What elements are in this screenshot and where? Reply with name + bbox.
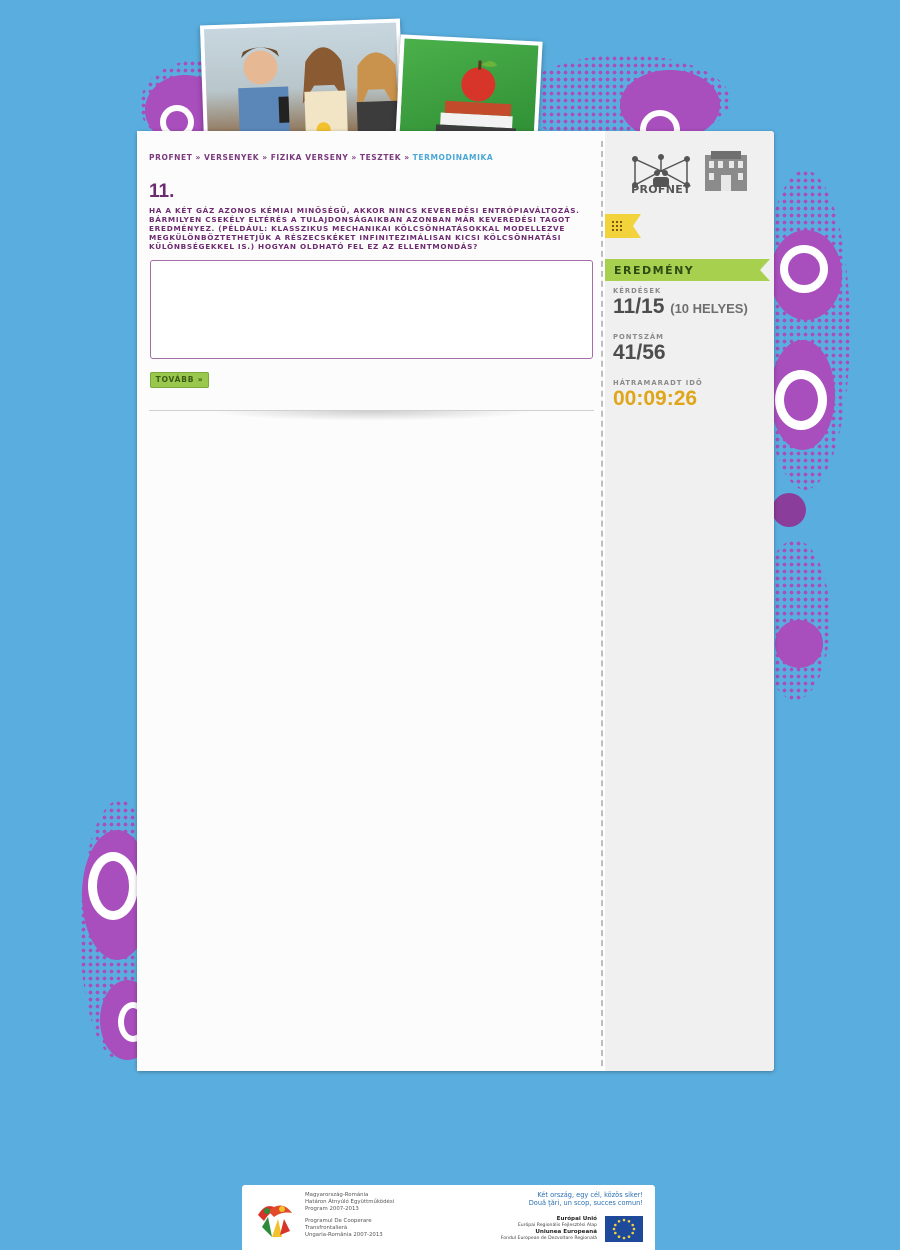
result-ribbon: EREDMÉNY: [605, 259, 770, 281]
questions-value-row: 11/15 (10 HELYES): [613, 295, 748, 319]
question-text: HA A KÉT GÁZ AZONOS KÉMIAI MINŐSÉGŰ, AKK…: [149, 206, 580, 251]
program-hu-line: Program 2007-2013: [305, 1206, 359, 1213]
breadcrumb-separator: »: [404, 153, 410, 162]
program-ro-line: Ungaria-România 2007-2013: [305, 1232, 383, 1239]
time-left-value: 00:09:26: [613, 387, 698, 410]
header-photo-children: [199, 18, 405, 146]
next-button[interactable]: TOVÁBB »: [150, 372, 209, 388]
breadcrumb-item-fizika-verseny[interactable]: FIZIKA VERSENY: [271, 153, 349, 162]
questions-value: 11/15: [613, 295, 665, 318]
program-logo-icon: [258, 1205, 292, 1237]
program-ro-line: Programul De Cooperare: [305, 1217, 372, 1224]
header-photo-apple-books: [395, 34, 543, 146]
eu-funding-text: Európai Unió Európai Regionális Fejleszt…: [501, 1216, 597, 1242]
eu-title-ro: Uniunea Europeană: [535, 1229, 597, 1235]
questions-label: KÉRDÉSEK: [613, 287, 662, 295]
answer-textarea[interactable]: [150, 260, 593, 359]
grid-icon: [612, 221, 622, 231]
menu-toggle-tab[interactable]: [605, 214, 641, 238]
program-ro-line: Transfrontalieră: [305, 1224, 348, 1231]
eu-fund-ro: Fondul European de Dezvoltare Regională: [500, 1236, 597, 1241]
breadcrumb-item-profnet[interactable]: PROFNET: [149, 153, 193, 162]
eu-flag-icon: [605, 1216, 643, 1242]
slogan-ro: Două ţări, un scop, succes comun!: [528, 1199, 643, 1208]
question-number: 11.: [149, 181, 175, 202]
slogan-hu: Két ország, egy cél, közös siker!: [537, 1191, 643, 1199]
program-hu-line: Határon Átnyúló Együttműködési: [305, 1199, 395, 1206]
breadcrumb-separator: »: [195, 153, 201, 162]
main-panel: PROFNET» VERSENYEK» FIZIKA VERSENY» TESZTEK…: [137, 131, 774, 1071]
time-left-label: HÁTRAMARADT IDŐ: [613, 379, 703, 387]
breadcrumb-item-versenyek[interactable]: VERSENYEK: [204, 153, 259, 162]
breadcrumb-separator: »: [351, 153, 357, 162]
breadcrumb-separator: »: [262, 153, 268, 162]
content-divider: [149, 410, 594, 421]
questions-correct: (10 HELYES): [670, 301, 748, 316]
breadcrumb-item-termodinamika: TERMODINAMIKA: [412, 153, 494, 162]
result-title: EREDMÉNY: [614, 264, 695, 277]
program-description: Magyarország-Románia Határon Átnyúló Egy…: [305, 1192, 394, 1239]
breadcrumb: PROFNET» VERSENYEK» FIZIKA VERSENY» TESZTEK…: [149, 153, 493, 162]
breadcrumb-item-tesztek[interactable]: TESZTEK: [360, 153, 401, 162]
question-area: PROFNET» VERSENYEK» FIZIKA VERSENY» TESZTEK…: [137, 131, 603, 1071]
score-label: PONTSZÁM: [613, 333, 664, 341]
building-icon: [705, 151, 747, 191]
footer: Magyarország-Románia Határon Átnyúló Egy…: [242, 1185, 655, 1250]
sidebar: PROFNET EREDMÉNY KÉRDÉSEK 11/15 (10 HELY…: [605, 131, 774, 1071]
profnet-logo-label: PROFNET: [631, 183, 691, 196]
eu-title: Európai Unió: [556, 1216, 597, 1222]
score-value: 41/56: [613, 341, 666, 364]
footer-slogan: Két ország, egy cél, közös siker! Două ţ…: [529, 1191, 643, 1208]
